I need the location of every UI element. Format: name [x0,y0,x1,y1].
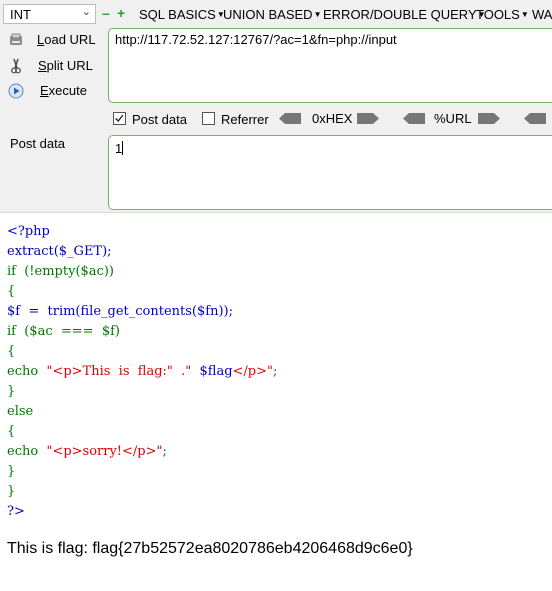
url-encoder-label: %URL [434,111,472,126]
hackbar-toolbar: INT ⌄ – + SQL BASICS▼ UNION BASED▼ ERROR… [0,0,552,213]
code-echo: echo [7,364,47,379]
split-url-button[interactable]: Split URL [8,56,100,78]
code-semicolon: ; [162,444,167,459]
code-line: { [7,344,16,359]
php-source-code: <?php extract($_GET); if (!empty($ac)) {… [7,222,277,522]
play-circle-icon [8,83,24,99]
code-echo: echo [7,444,47,459]
code-line: $f = trim(file_get_contents($fn)); [7,304,233,319]
php-open-tag: <?php [7,224,50,239]
menu-tools[interactable]: TOOLS▼ [476,7,529,22]
encode-left-arrow-icon[interactable] [279,113,301,124]
code-variable: $flag [199,364,233,379]
chevron-down-icon: ⌄ [81,6,91,18]
url-input[interactable]: http://117.72.52.127:12767/?ac=1&fn=php:… [108,28,552,103]
scissors-icon [11,58,21,74]
post-data-value: 1 [115,141,123,156]
menu-error-double-query[interactable]: ERROR/DOUBLE QUERY▼ [323,7,486,22]
code-line: extract($_GET); [7,244,112,259]
code-line: { [7,284,16,299]
php-close-tag: ?> [7,504,25,519]
load-url-button[interactable]: Load URL [8,30,100,52]
checkmark-icon [115,114,124,123]
code-line: { [7,424,16,439]
code-line: if (!empty($ac)) [7,264,114,279]
code-line: else [7,404,34,419]
url-encode-left-arrow-icon[interactable] [403,113,425,124]
load-url-icon [10,33,22,45]
decode-right-arrow-icon[interactable] [357,113,379,124]
injection-type-value: INT [10,7,31,22]
code-string: </p>" [232,364,273,379]
code-line: } [7,464,16,479]
code-semicolon: ; [273,364,278,379]
menu-sql-basics[interactable]: SQL BASICS▼ [139,7,225,22]
execute-button[interactable]: Execute [8,81,100,103]
next-left-arrow-icon[interactable] [524,113,546,124]
flag-output: This is flag: flag{27b52572ea8020786eb42… [7,540,413,557]
post-data-label: Post data [10,136,65,151]
hex-encoder-label: 0xHEX [312,111,353,126]
referrer-checkbox-label: Referrer [221,112,269,127]
post-data-checkbox-label: Post data [132,112,187,127]
url-decode-right-arrow-icon[interactable] [478,113,500,124]
code-line: } [7,384,16,399]
menu-waf[interactable]: WA [532,7,552,22]
referrer-checkbox[interactable] [202,112,215,125]
code-string: "<p>This is flag:" ." [46,364,200,379]
post-data-input[interactable]: 1 [108,135,552,210]
code-string: "<p>sorry!</p>" [46,444,163,459]
text-cursor [122,141,124,155]
code-line: } [7,484,16,499]
code-line: if ($ac === $f) [7,324,120,339]
injection-type-select[interactable]: INT ⌄ [3,4,96,24]
minus-icon[interactable]: – [102,6,110,20]
post-data-checkbox[interactable] [113,112,126,125]
plus-icon[interactable]: + [117,6,125,20]
menu-union-based[interactable]: UNION BASED▼ [223,7,322,22]
